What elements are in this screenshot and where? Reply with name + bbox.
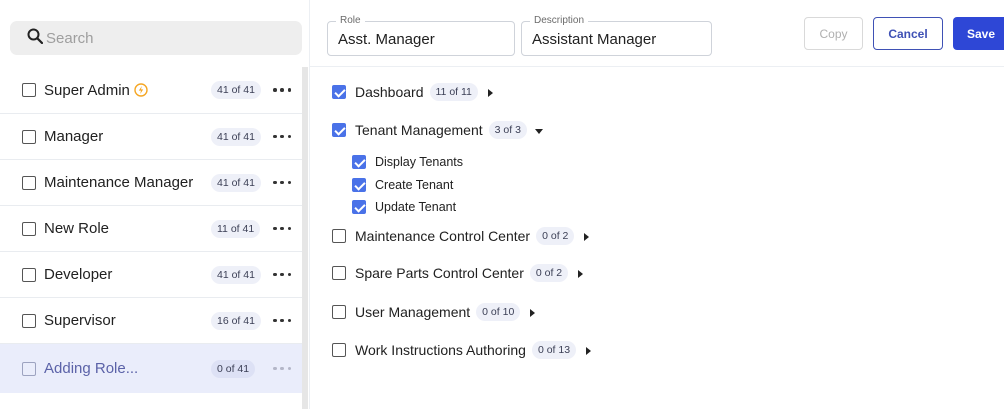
role-item-developer[interactable]: Developer 41 of 41: [0, 251, 302, 297]
role-checkbox[interactable]: [22, 221, 36, 236]
permission-checkbox[interactable]: [332, 305, 346, 319]
search-icon: [27, 28, 44, 49]
role-checkbox[interactable]: [22, 361, 36, 376]
role-field-value: Asst. Manager: [338, 31, 435, 48]
role-list: Super Admin 41 of 41 Manager 41 of 41 Ma…: [0, 67, 302, 393]
permission-checkbox[interactable]: [332, 266, 346, 280]
role-name: Supervisor: [44, 312, 116, 329]
expand-caret-icon[interactable]: [578, 270, 584, 278]
permission-name: Update Tenant: [375, 200, 457, 214]
role-name: Adding Role...: [44, 360, 139, 377]
more-options-icon[interactable]: [273, 134, 291, 140]
copy-button[interactable]: Copy: [804, 17, 863, 50]
permission-name: Spare Parts Control Center: [355, 265, 524, 281]
permission-count-badge: 0 of 2: [536, 227, 575, 245]
permission-name: Tenant Management: [355, 122, 483, 138]
role-checkbox[interactable]: [22, 129, 36, 144]
permission-count-badge: 0 of 41: [211, 359, 256, 378]
description-field-value: Assistant Manager: [532, 31, 657, 48]
role-name: Super Admin: [44, 81, 130, 99]
permission-checkbox[interactable]: [332, 229, 346, 243]
role-list-scrollbar[interactable]: [302, 67, 308, 409]
role-name: Maintenance Manager: [44, 174, 194, 191]
permission-count-badge: 41 of 41: [211, 81, 261, 99]
cancel-button[interactable]: Cancel: [873, 17, 943, 50]
permission-count-badge: 11 of 11: [429, 83, 478, 101]
role-item-maintenance-manager[interactable]: Maintenance Manager 41 of 41: [0, 159, 302, 205]
permission-count-badge: 11 of 41: [211, 219, 261, 238]
permission-name: Create Tenant: [375, 178, 454, 192]
permission-checkbox[interactable]: [352, 200, 366, 214]
permission-name: User Management: [355, 304, 471, 320]
description-field[interactable]: Description Assistant Manager: [521, 15, 712, 56]
permission-count-badge: 3 of 3: [488, 121, 527, 139]
expand-caret-icon[interactable]: [586, 347, 592, 355]
role-item-adding-role[interactable]: Adding Role... 0 of 41: [0, 343, 302, 393]
role-name-field[interactable]: Role Asst. Manager: [327, 15, 515, 56]
roles-panel: Search Super Admin 41 of 41 Manager 41 o…: [0, 0, 310, 409]
permission-spare-parts-control-center[interactable]: Spare Parts Control Center 0 of 2: [332, 263, 584, 283]
description-field-label: Description: [530, 15, 589, 26]
permission-count-badge: 41 of 41: [211, 127, 261, 146]
permission-count-badge: 0 of 13: [531, 341, 577, 359]
collapse-caret-icon[interactable]: [534, 128, 543, 134]
role-checkbox[interactable]: [22, 175, 36, 190]
permission-checkbox[interactable]: [352, 155, 366, 169]
permission-count-badge: 16 of 41: [211, 311, 261, 330]
role-name: New Role: [44, 220, 110, 237]
more-options-icon[interactable]: [273, 318, 291, 324]
permission-maintenance-control-center[interactable]: Maintenance Control Center 0 of 2: [332, 226, 590, 246]
search-input[interactable]: Search: [10, 21, 302, 55]
header-divider: [310, 66, 1004, 67]
expand-caret-icon[interactable]: [487, 89, 493, 97]
more-options-icon[interactable]: [273, 226, 291, 232]
more-options-icon[interactable]: [273, 272, 291, 278]
role-checkbox[interactable]: [22, 83, 36, 97]
role-item-manager[interactable]: Manager 41 of 41: [0, 113, 302, 159]
permission-checkbox[interactable]: [332, 123, 346, 137]
more-options-icon[interactable]: [273, 87, 291, 93]
role-item-super-admin[interactable]: Super Admin 41 of 41: [0, 67, 302, 113]
permission-count-badge: 41 of 41: [211, 173, 261, 192]
more-options-icon[interactable]: [273, 366, 291, 372]
role-checkbox[interactable]: [22, 313, 36, 328]
permission-dashboard[interactable]: Dashboard 11 of 11: [332, 82, 493, 102]
permission-checkbox[interactable]: [332, 343, 346, 357]
search-placeholder: Search: [46, 29, 94, 47]
role-item-new-role[interactable]: New Role 11 of 41: [0, 205, 302, 251]
permission-name: Display Tenants: [375, 155, 464, 169]
permission-tenant-management[interactable]: Tenant Management 3 of 3: [332, 120, 543, 140]
save-button[interactable]: Save: [953, 17, 1004, 50]
permission-count-badge: 0 of 10: [476, 303, 521, 321]
permission-checkbox[interactable]: [352, 178, 366, 192]
permission-user-management[interactable]: User Management 0 of 10: [332, 302, 536, 322]
role-name: Manager: [44, 128, 104, 145]
permission-name: Work Instructions Authoring: [355, 342, 526, 358]
role-item-supervisor[interactable]: Supervisor 16 of 41: [0, 297, 302, 343]
more-options-icon[interactable]: [273, 180, 291, 186]
role-checkbox[interactable]: [22, 267, 36, 282]
permission-work-instructions-authoring[interactable]: Work Instructions Authoring 0 of 13: [332, 340, 592, 360]
permission-display-tenants[interactable]: Display Tenants: [352, 153, 463, 171]
permission-checkbox[interactable]: [332, 85, 346, 99]
permission-count-badge: 0 of 2: [529, 264, 569, 282]
permission-name: Dashboard: [355, 84, 424, 100]
expand-caret-icon[interactable]: [584, 233, 590, 241]
expand-caret-icon[interactable]: [530, 309, 536, 317]
permission-count-badge: 41 of 41: [211, 265, 261, 284]
permission-create-tenant[interactable]: Create Tenant: [352, 176, 453, 194]
lightning-badge-icon: [134, 83, 148, 97]
role-name: Developer: [44, 266, 113, 283]
permission-name: Maintenance Control Center: [355, 228, 531, 244]
role-field-label: Role: [336, 15, 365, 26]
permission-update-tenant[interactable]: Update Tenant: [352, 198, 456, 216]
